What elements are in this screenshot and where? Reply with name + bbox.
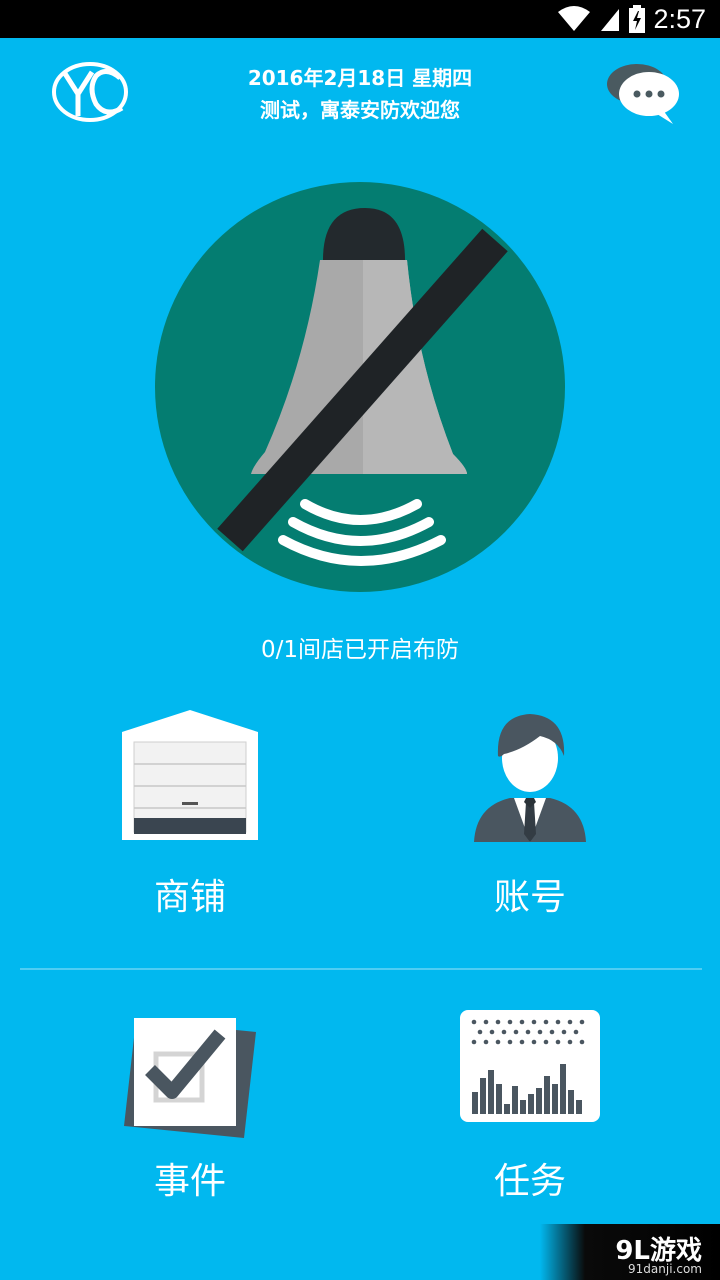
wifi-icon [558, 6, 591, 31]
status-bar: 2:57 [0, 0, 720, 38]
shop-tile[interactable]: 商铺 [40, 700, 340, 920]
alarm-disarmed-icon[interactable] [155, 182, 565, 592]
arm-status-text: 0/1间店已开启布防 [260, 637, 459, 663]
shop-icon [122, 710, 258, 840]
signal-icon [601, 9, 620, 31]
watermark: 9L游戏 91danji.com [540, 1224, 720, 1280]
task-tile[interactable]: 任务 [380, 1000, 680, 1210]
app-logo [52, 62, 128, 122]
shop-label: 商铺 [153, 877, 226, 918]
task-label: 任务 [493, 1161, 566, 1202]
header-text: 2016年2月18日 星期四 测试，寓泰安防欢迎您 [160, 62, 560, 126]
status-time: 2:57 [653, 3, 706, 34]
event-tile[interactable]: 事件 [40, 1000, 340, 1210]
event-label: 事件 [153, 1161, 226, 1202]
divider [20, 968, 702, 970]
battery-charging-icon [629, 5, 646, 33]
app-header: 2016年2月18日 星期四 测试，寓泰安防欢迎您 [0, 38, 720, 138]
account-icon [474, 714, 586, 842]
watermark-sub: 91danji.com [628, 1262, 702, 1276]
event-check-icon [124, 1018, 256, 1138]
status-icons: 2:57 [557, 0, 706, 38]
task-chart-icon [460, 1010, 600, 1122]
date-line: 2016年2月18日 星期四 [247, 66, 473, 90]
account-label: 账号 [493, 877, 566, 918]
welcome-line: 测试，寓泰安防欢迎您 [260, 98, 460, 122]
chat-bubble-icon[interactable] [603, 60, 683, 126]
account-tile[interactable]: 账号 [380, 700, 680, 920]
